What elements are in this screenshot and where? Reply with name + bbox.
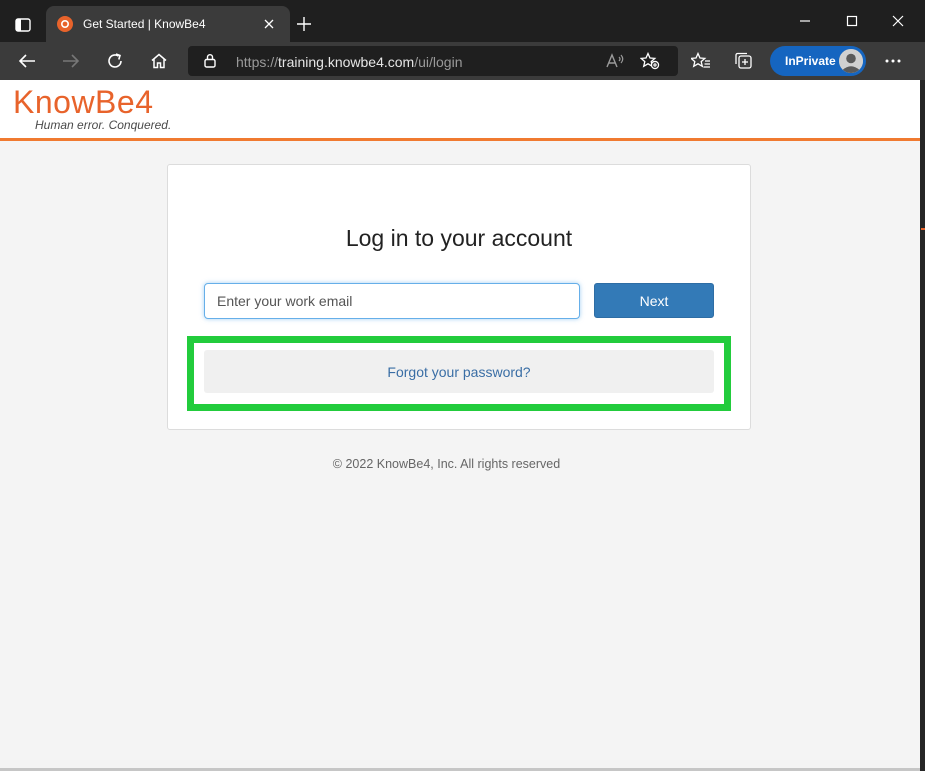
knowbe4-favicon-icon	[57, 16, 73, 32]
browser-toolbar: https://training.knowbe4.com/ui/login In…	[0, 42, 925, 80]
home-icon[interactable]	[144, 47, 174, 75]
url-text[interactable]: https://training.knowbe4.com/ui/login	[236, 54, 462, 70]
collections-icon[interactable]	[729, 47, 759, 75]
inprivate-label: InPrivate	[785, 54, 836, 68]
forward-arrow-icon[interactable]	[56, 47, 86, 75]
logo-wordmark: KnowBe4	[13, 84, 154, 120]
url-host: training.knowbe4.com	[278, 54, 415, 70]
logo-tagline: Human error. Conquered.	[35, 118, 172, 132]
read-aloud-icon[interactable]	[604, 51, 628, 71]
knowbe4-logo[interactable]: KnowBe4 Human error. Conquered.	[13, 84, 171, 132]
site-header: KnowBe4 Human error. Conquered.	[0, 80, 920, 141]
window-edge	[920, 80, 925, 771]
more-menu-icon[interactable]	[878, 47, 908, 75]
profile-avatar-icon	[839, 49, 863, 73]
maximize-icon[interactable]	[839, 10, 865, 32]
refresh-icon[interactable]	[100, 47, 130, 75]
lock-icon[interactable]	[204, 53, 216, 73]
add-favorite-icon[interactable]	[638, 51, 662, 71]
next-button[interactable]: Next	[594, 283, 714, 318]
minimize-icon[interactable]	[792, 10, 818, 32]
favorites-icon[interactable]	[686, 47, 716, 75]
close-tab-icon[interactable]	[260, 15, 278, 33]
tab-strip: Get Started | KnowBe4	[0, 0, 925, 42]
copyright-footer: © 2022 KnowBe4, Inc. All rights reserved	[332, 457, 561, 471]
tab-actions-icon[interactable]	[10, 14, 36, 36]
back-arrow-icon[interactable]	[12, 47, 42, 75]
email-input[interactable]	[204, 283, 580, 319]
address-bar[interactable]: https://training.knowbe4.com/ui/login	[188, 46, 678, 76]
new-tab-icon[interactable]	[292, 12, 316, 36]
page-content: KnowBe4 Human error. Conquered. Log in t…	[0, 80, 920, 768]
inprivate-button[interactable]: InPrivate	[770, 46, 866, 76]
active-tab[interactable]: Get Started | KnowBe4	[46, 6, 290, 42]
forgot-password-link[interactable]: Forgot your password?	[204, 350, 714, 393]
login-title: Log in to your account	[345, 225, 573, 251]
close-window-icon[interactable]	[885, 10, 911, 32]
url-path: /ui/login	[414, 54, 463, 70]
tab-title: Get Started | KnowBe4	[83, 17, 206, 31]
login-card: Log in to your account Next Forgot your …	[167, 164, 751, 430]
url-scheme: https://	[236, 54, 279, 70]
